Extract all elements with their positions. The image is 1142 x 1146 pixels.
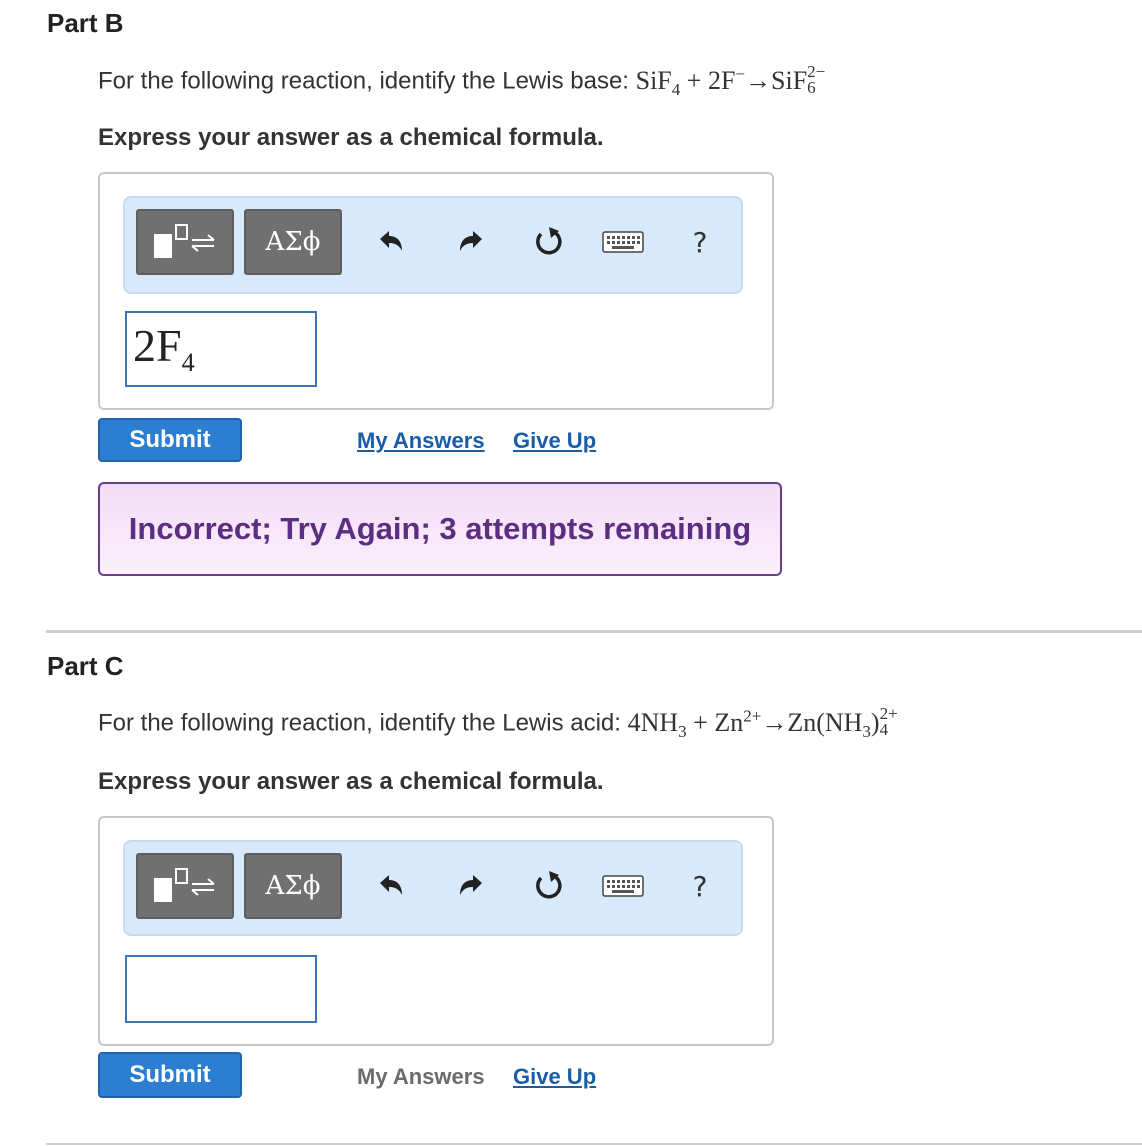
greek-letters-button[interactable]: ΑΣϕ xyxy=(244,853,342,919)
undo-icon xyxy=(380,875,402,895)
redo-icon xyxy=(460,875,482,895)
eq-term: Zn xyxy=(714,707,744,737)
part-c-my-answers-link[interactable]: My Answers xyxy=(357,1064,485,1090)
eq-arrow: → xyxy=(761,707,788,737)
templates-button[interactable] xyxy=(136,853,234,919)
help-button[interactable]: ? xyxy=(685,222,715,262)
answer-input[interactable]: 2F4 xyxy=(125,311,317,387)
reset-icon xyxy=(536,227,562,255)
keyboard-button[interactable] xyxy=(601,226,645,258)
reset-icon xyxy=(536,871,562,899)
eq-plus: + xyxy=(693,707,708,737)
reset-button[interactable] xyxy=(529,222,569,262)
eq-term: SiF xyxy=(635,65,672,95)
part-b-question: For the following reaction, identify the… xyxy=(98,63,826,100)
part-c-title: Part C xyxy=(47,651,124,681)
reset-button[interactable] xyxy=(529,866,569,906)
part-c-submit-button[interactable]: Submit xyxy=(98,1052,242,1098)
section-divider xyxy=(46,630,1142,633)
keyboard-icon xyxy=(602,875,644,897)
feedback-message: Incorrect; Try Again; 3 attempts remaini… xyxy=(98,482,782,576)
eq-term: SiF xyxy=(771,65,808,95)
templates-button[interactable] xyxy=(136,209,234,275)
greek-letters-button[interactable]: ΑΣϕ xyxy=(244,209,342,275)
equation-toolbar: ΑΣϕ ? xyxy=(123,196,743,294)
redo-button[interactable] xyxy=(453,868,489,904)
redo-icon xyxy=(460,231,482,251)
part-c-answer-box: ΑΣϕ ? xyxy=(98,816,774,1046)
eq-plus: + xyxy=(686,65,702,95)
eq-term: 2F xyxy=(707,65,736,95)
part-c-question: For the following reaction, identify the… xyxy=(98,705,898,742)
eq-subscript: 4 xyxy=(671,79,681,99)
reaction-equation: 4NH3 + Zn2+→Zn(NH3) 2+ 4 xyxy=(627,705,898,741)
templates-icon xyxy=(154,868,215,902)
question-text: For the following reaction, identify the… xyxy=(98,67,629,95)
templates-icon xyxy=(154,224,215,258)
question-text: For the following reaction, identify the… xyxy=(98,709,621,737)
answer-value: 2F4 xyxy=(133,319,195,378)
part-b-answer-box: ΑΣϕ ? 2F4 xyxy=(98,172,774,410)
undo-button[interactable] xyxy=(373,224,409,260)
eq-subscript: 4 xyxy=(879,719,889,739)
part-c-instruction: Express your answer as a chemical formul… xyxy=(98,768,604,795)
equation-toolbar: ΑΣϕ ? xyxy=(123,840,743,936)
part-b-instruction: Express your answer as a chemical formul… xyxy=(98,124,604,151)
section-divider xyxy=(46,1143,1142,1145)
keyboard-icon xyxy=(602,231,644,253)
keyboard-button[interactable] xyxy=(601,870,645,902)
part-b-my-answers-link[interactable]: My Answers xyxy=(357,428,485,454)
part-b-title: Part B xyxy=(47,8,124,38)
undo-icon xyxy=(380,231,402,251)
redo-button[interactable] xyxy=(453,224,489,260)
undo-button[interactable] xyxy=(373,868,409,904)
reaction-equation: SiF4 + 2F−→SiF 2− 6 xyxy=(635,63,826,99)
eq-term: Zn(NH xyxy=(787,707,863,737)
eq-subscript: 3 xyxy=(678,721,687,741)
eq-superscript: 2+ xyxy=(743,706,762,725)
eq-subscript: 3 xyxy=(862,721,871,741)
answer-main-text: 2F xyxy=(133,320,182,371)
part-b-submit-button[interactable]: Submit xyxy=(98,418,242,462)
eq-term: 4NH xyxy=(627,707,679,737)
help-button[interactable]: ? xyxy=(685,866,715,906)
eq-paren: ) xyxy=(870,707,880,737)
eq-subscript: 6 xyxy=(807,77,816,97)
part-b-give-up-link[interactable]: Give Up xyxy=(513,428,596,454)
eq-arrow: → xyxy=(745,65,772,95)
answer-input[interactable] xyxy=(125,955,317,1023)
answer-subscript: 4 xyxy=(181,348,195,378)
part-c-give-up-link[interactable]: Give Up xyxy=(513,1064,596,1090)
eq-superscript: − xyxy=(735,64,746,83)
